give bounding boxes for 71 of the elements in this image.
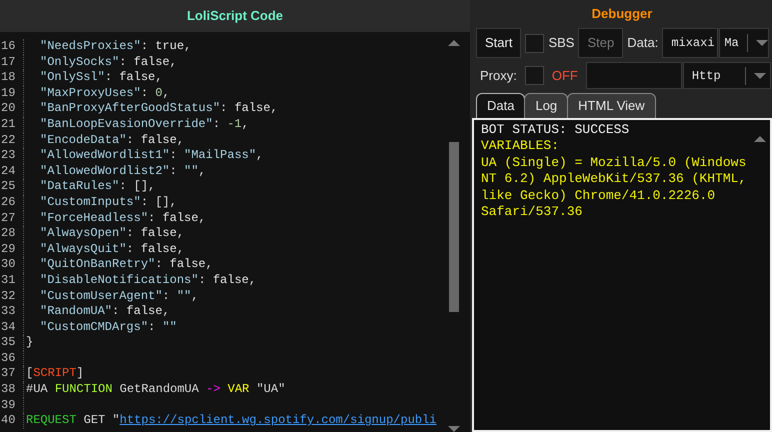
data-type-dropdown[interactable]: Ma xyxy=(719,28,770,58)
code-line: "NeedsProxies": true, xyxy=(39,39,192,55)
scroll-down-icon[interactable] xyxy=(448,426,460,432)
line-number: 19 xyxy=(0,86,24,102)
code-line: "MaxProxyUses": 0, xyxy=(39,86,170,102)
line-number: 34 xyxy=(0,320,24,336)
code-line: "RandomUA": false, xyxy=(39,304,170,320)
code-line: "BanLoopEvasionOverride": -1, xyxy=(39,116,249,133)
code-line: "DisableNotifications": false, xyxy=(39,272,256,288)
input-field[interactable]: mixaxi xyxy=(662,28,718,58)
line-number: 23 xyxy=(0,148,24,164)
code-line: "CustomCMDArgs": "" xyxy=(39,320,177,336)
tab[interactable]: Log xyxy=(524,93,568,118)
code-line: #UA FUNCTION GetRandomUA -> VAR "UA" xyxy=(25,382,286,398)
code-line: "ForceHeadless": false, xyxy=(39,210,206,226)
line-number: 40 xyxy=(0,413,24,429)
code-line: "AllowedWordlist2": "", xyxy=(39,164,206,180)
line-number: 22 xyxy=(0,132,24,148)
scrollbar-thumb[interactable] xyxy=(449,142,459,312)
code-line: "BanProxyAfterGoodStatus": false, xyxy=(39,101,278,117)
code-line: "AlwaysQuit": false, xyxy=(39,242,184,258)
code-line: "OnlySsl": false, xyxy=(39,70,162,86)
start-button[interactable]: Start xyxy=(476,28,522,58)
line-number: 24 xyxy=(0,164,24,180)
line-number: 30 xyxy=(0,257,24,273)
panel-title: LoliScript Code xyxy=(186,7,284,26)
code-line: "CustomInputs": [], xyxy=(39,194,177,211)
field-label: Data: xyxy=(627,34,658,52)
line-number: 20 xyxy=(0,101,24,117)
line-number: 36 xyxy=(0,350,24,366)
panel-title: Debugger xyxy=(592,5,652,24)
checkbox-label: Proxy: xyxy=(480,66,517,85)
code-line: "AlwaysOpen": false, xyxy=(39,226,184,242)
line-number: 39 xyxy=(0,398,24,414)
scroll-up-icon[interactable] xyxy=(754,136,766,142)
line-number: 31 xyxy=(0,272,24,288)
line-number: 16 xyxy=(0,39,24,55)
checkbox[interactable] xyxy=(525,34,544,52)
code-line: "DataRules": [], xyxy=(39,179,156,195)
code-line: "CustomUserAgent": "", xyxy=(39,288,198,304)
line-number: 38 xyxy=(0,382,24,398)
input-field[interactable] xyxy=(586,62,682,89)
proxy-type-dropdown[interactable]: Http xyxy=(682,62,771,89)
line-number: 25 xyxy=(0,179,24,195)
line-number: 33 xyxy=(0,304,24,320)
code-line: "EncodeData": false, xyxy=(39,132,184,148)
code-line: REQUEST GET "https://spclient.wg.spotify.com/signup/publi xyxy=(25,413,436,429)
line-number: 28 xyxy=(0,226,24,242)
checkbox[interactable] xyxy=(524,66,544,85)
line-number: 32 xyxy=(0,288,24,304)
code-line: [SCRIPT] xyxy=(25,366,84,382)
line-number: 37 xyxy=(0,366,24,382)
line-number: 17 xyxy=(0,54,24,70)
line-number: 18 xyxy=(0,70,24,86)
code-line: "QuitOnBanRetry": false, xyxy=(39,257,213,273)
checkbox-label: SBS xyxy=(548,34,574,52)
line-number: 29 xyxy=(0,242,24,258)
variable-text: VARIABLES: xyxy=(481,138,560,154)
status-text: BOT STATUS: SUCCESS xyxy=(481,122,630,138)
line-number: 35 xyxy=(0,335,24,351)
tab[interactable]: HTML View xyxy=(567,93,656,118)
tab[interactable]: Data xyxy=(476,93,526,118)
line-number: 26 xyxy=(0,194,24,211)
line-number: 21 xyxy=(0,116,24,133)
code-line: "AllowedWordlist1": "MailPass", xyxy=(39,148,264,164)
scroll-up-icon[interactable] xyxy=(448,40,460,46)
line-number: 27 xyxy=(0,210,24,226)
proxy-status: OFF xyxy=(552,66,578,85)
code-line: } xyxy=(25,335,34,351)
variable-text: UA (Single) = Mozilla/5.0 (Windows NT 6.2) AppleWebKit/537.36 (KHTML, like Gecko) Chrome/41.0.2226.0 Safari/537.36 xyxy=(481,154,748,220)
code-line: "OnlySocks": false, xyxy=(39,54,177,70)
